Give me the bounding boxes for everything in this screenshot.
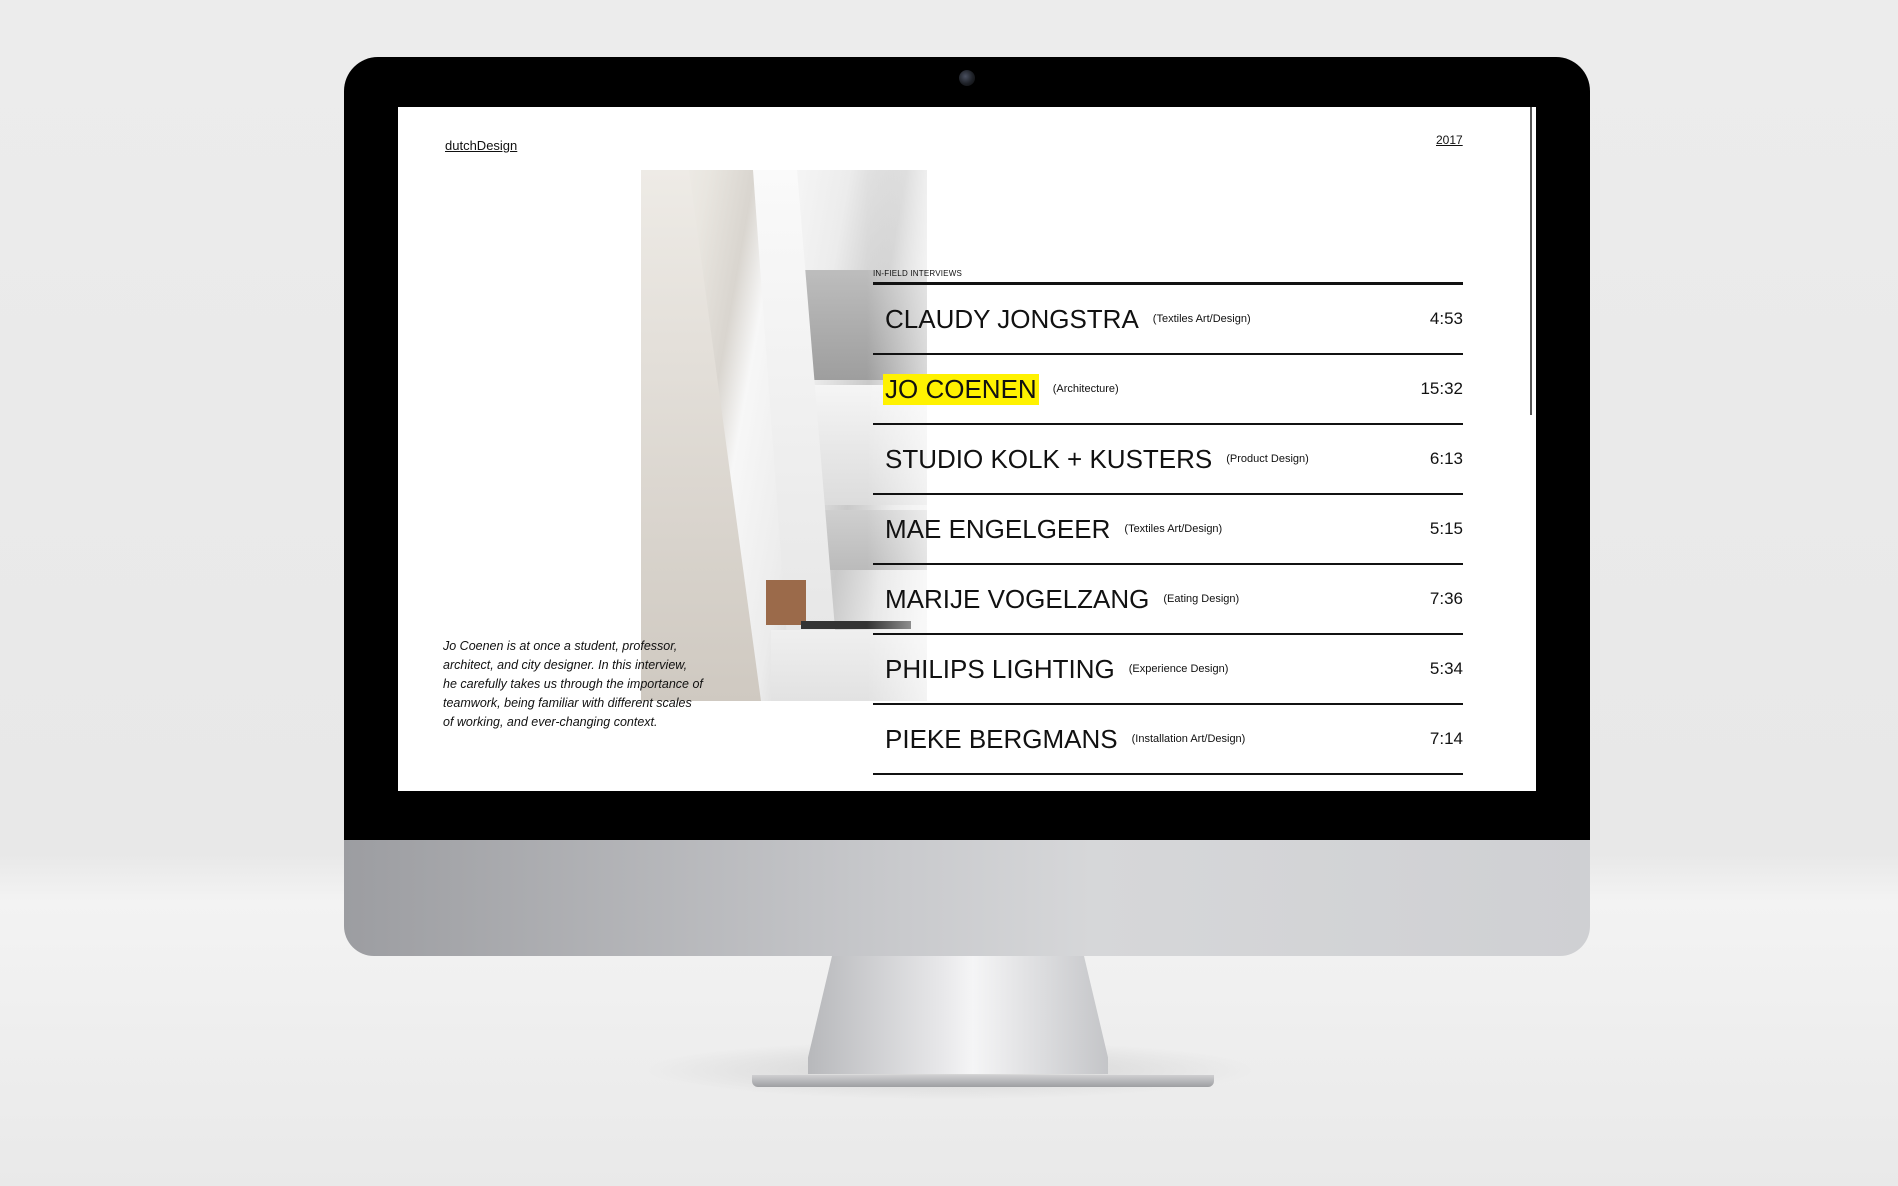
interview-duration: 5:34 <box>1429 659 1463 678</box>
interview-row[interactable]: PIEKE BERGMANS (Installation Art/Design) 7… <box>873 705 1463 775</box>
interview-duration: 7:36 <box>1429 589 1463 608</box>
interview-category: (Eating Design) <box>1163 593 1240 605</box>
interview-duration: 6:13 <box>1429 449 1463 468</box>
interview-row[interactable]: PHILIPS LIGHTING (Experience Design) 5:34 <box>873 635 1463 705</box>
interview-row[interactable]: MARIJE VOGELZANG (Eating Design) 7:36 <box>873 565 1463 635</box>
interview-list: CLAUDY JONGSTRA (Textiles Art/Design) 4:53… <box>873 282 1463 775</box>
photo-wood-panel <box>766 580 806 625</box>
photo-wall <box>641 170 761 701</box>
interview-duration: 15:32 <box>1420 379 1463 398</box>
site-logo-link[interactable]: dutchDesign <box>445 138 517 153</box>
interview-category: (Textiles Art/Design) <box>1152 313 1251 325</box>
section-label: IN-FIELD INTERVIEWS <box>873 269 962 278</box>
interview-duration: 5:15 <box>1429 519 1463 538</box>
screen: dutchDesign 2017 Jo Coenen is at once a … <box>398 107 1536 791</box>
monitor-stand-base <box>752 1075 1214 1087</box>
interview-category: (Textiles Art/Design) <box>1124 523 1223 535</box>
scrollbar[interactable] <box>1530 107 1532 415</box>
interview-category: (Installation Art/Design) <box>1131 733 1246 745</box>
interview-name[interactable]: JO COENEN <box>883 373 1039 405</box>
interview-name[interactable]: STUDIO KOLK + KUSTERS <box>885 444 1212 475</box>
interview-row[interactable]: STUDIO KOLK + KUSTERS (Product Design) 6:1… <box>873 425 1463 495</box>
monitor-stand <box>808 956 1108 1074</box>
interview-category: (Architecture) <box>1052 383 1119 395</box>
interview-category: (Experience Design) <box>1128 663 1229 675</box>
monitor-chin <box>344 840 1590 956</box>
interview-row[interactable]: CLAUDY JONGSTRA (Textiles Art/Design) 4:53 <box>873 285 1463 355</box>
interview-duration: 7:14 <box>1429 729 1463 748</box>
interview-name[interactable]: PIEKE BERGMANS <box>885 724 1118 755</box>
webcam-icon <box>959 70 975 86</box>
interview-category: (Product Design) <box>1226 453 1309 465</box>
interview-name[interactable]: PHILIPS LIGHTING <box>885 654 1115 685</box>
interview-name[interactable]: MAE ENGELGEER <box>885 514 1110 545</box>
interview-name[interactable]: CLAUDY JONGSTRA <box>885 304 1139 335</box>
year-link[interactable]: 2017 <box>1436 133 1463 147</box>
interview-intro-text: Jo Coenen is at once a student, professo… <box>443 638 703 729</box>
interview-duration: 4:53 <box>1429 309 1463 328</box>
interview-name[interactable]: MARIJE VOGELZANG <box>885 584 1149 615</box>
interview-list-section: IN-FIELD INTERVIEWS CLAUDY JONGSTRA (Text… <box>873 269 1463 775</box>
interview-row[interactable]: MAE ENGELGEER (Textiles Art/Design) 5:15 <box>873 495 1463 565</box>
interview-row[interactable]: JO COENEN (Architecture) 15:32 <box>873 355 1463 425</box>
